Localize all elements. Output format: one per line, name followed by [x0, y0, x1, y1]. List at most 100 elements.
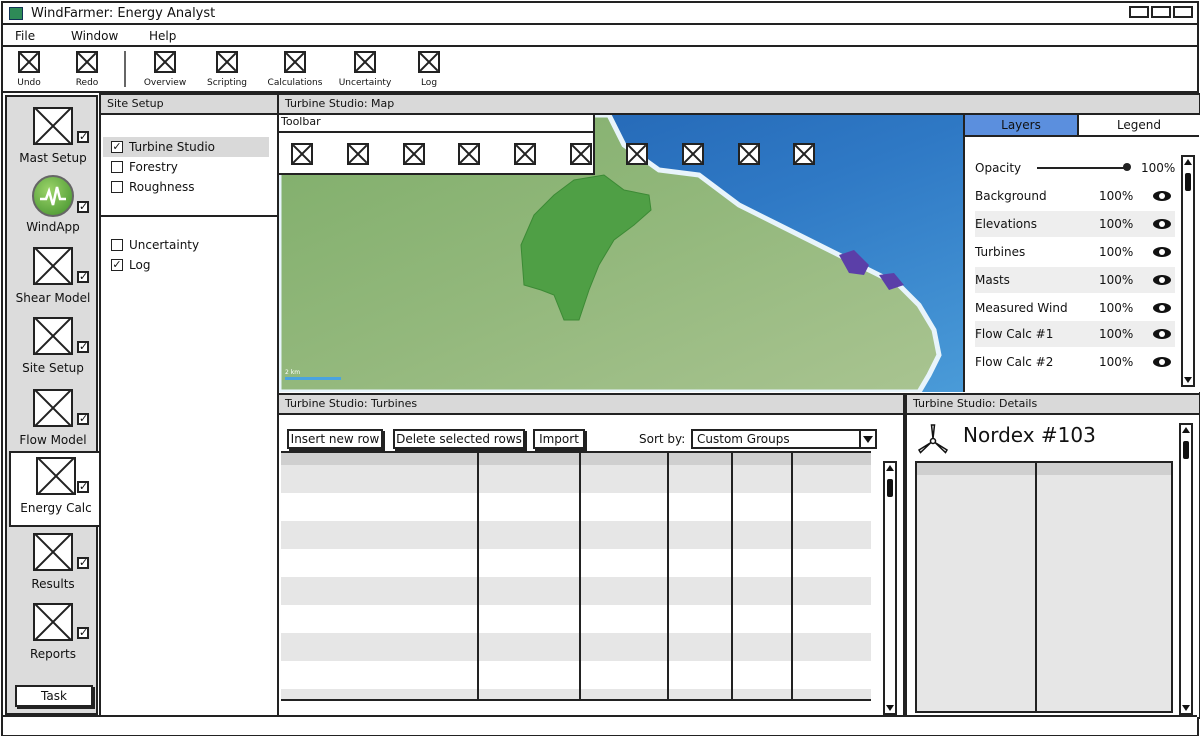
- uncertainty-button[interactable]: Uncertainty: [335, 51, 395, 93]
- scroll-thumb[interactable]: [1185, 173, 1191, 191]
- nav-mast-setup[interactable]: Mast Setup ✓: [9, 103, 97, 177]
- layer-row-flow-calc-2[interactable]: Flow Calc #2 100%: [975, 349, 1175, 375]
- layer-row-flow-calc-1[interactable]: Flow Calc #1 100%: [975, 321, 1175, 347]
- status-bar: [3, 715, 1197, 735]
- map-canvas[interactable]: 2 km Toolbar: [279, 115, 965, 392]
- site-item-log[interactable]: ✓ Log: [107, 255, 150, 275]
- eye-icon[interactable]: [1153, 357, 1171, 367]
- roughness-checkbox[interactable]: [111, 181, 123, 193]
- tab-layers[interactable]: Layers: [965, 115, 1079, 137]
- redo-button[interactable]: Redo: [57, 51, 117, 93]
- windapp-check[interactable]: ✓: [77, 201, 89, 213]
- layer-row-turbines[interactable]: Turbines 100%: [975, 239, 1175, 265]
- table-row[interactable]: [281, 689, 871, 699]
- sort-by-select[interactable]: Custom Groups: [691, 429, 877, 449]
- maximize-button[interactable]: [1151, 6, 1171, 18]
- layers-scrollbar[interactable]: [1181, 155, 1195, 387]
- scripting-button[interactable]: Scripting: [197, 51, 257, 93]
- site-item-forestry[interactable]: Forestry: [107, 157, 178, 177]
- nav-results[interactable]: Results ✓: [9, 529, 97, 603]
- table-row[interactable]: [281, 577, 871, 605]
- turbines-scrollbar[interactable]: [883, 461, 897, 715]
- table-row[interactable]: [281, 549, 871, 577]
- undo-button[interactable]: Undo: [0, 51, 59, 93]
- nav-flow-model[interactable]: Flow Model ✓: [9, 385, 97, 459]
- energy-calc-check[interactable]: ✓: [77, 481, 89, 493]
- site-item-turbine-studio[interactable]: ✓ Turbine Studio: [103, 137, 269, 157]
- calculations-button[interactable]: Calculations: [265, 51, 325, 93]
- table-row[interactable]: [281, 493, 871, 521]
- site-setup-check[interactable]: ✓: [77, 341, 89, 353]
- menu-window[interactable]: Window: [71, 29, 118, 43]
- scroll-thumb[interactable]: [1183, 441, 1189, 459]
- log-checkbox[interactable]: ✓: [111, 259, 123, 271]
- map-tool-10-icon[interactable]: [793, 143, 816, 165]
- delete-rows-button[interactable]: Delete selected rows: [393, 429, 525, 449]
- close-button[interactable]: [1173, 6, 1193, 18]
- mast-setup-check[interactable]: ✓: [77, 131, 89, 143]
- nav-reports[interactable]: Reports ✓: [9, 599, 97, 673]
- map-tool-6-icon[interactable]: [570, 143, 593, 165]
- scroll-up-icon[interactable]: [1182, 427, 1190, 433]
- opacity-slider-track[interactable]: [1037, 167, 1127, 169]
- log-button[interactable]: Log: [399, 51, 459, 93]
- task-button[interactable]: Task: [15, 685, 93, 707]
- table-row[interactable]: [281, 633, 871, 661]
- flow-model-check[interactable]: ✓: [77, 413, 89, 425]
- scroll-down-icon[interactable]: [1184, 377, 1192, 383]
- layer-row-masts[interactable]: Masts 100%: [975, 267, 1175, 293]
- table-row[interactable]: [281, 465, 871, 493]
- table-row[interactable]: [281, 605, 871, 633]
- scroll-up-icon[interactable]: [1184, 159, 1192, 165]
- map-tool-4-icon[interactable]: [458, 143, 481, 165]
- map-tool-2-icon[interactable]: [346, 143, 369, 165]
- tab-legend[interactable]: Legend: [1079, 115, 1199, 137]
- reports-check[interactable]: ✓: [77, 627, 89, 639]
- shear-model-check[interactable]: ✓: [77, 271, 89, 283]
- opacity-slider-handle[interactable]: [1123, 163, 1131, 171]
- layer-row-measured-wind[interactable]: Measured Wind 100%: [975, 295, 1175, 321]
- results-check[interactable]: ✓: [77, 557, 89, 569]
- map-tool-9-icon[interactable]: [737, 143, 760, 165]
- minimize-button[interactable]: [1129, 6, 1149, 18]
- eye-icon[interactable]: [1153, 219, 1171, 229]
- scroll-down-icon[interactable]: [1182, 705, 1190, 711]
- forestry-checkbox[interactable]: [111, 161, 123, 173]
- nav-windapp[interactable]: WindApp ✓: [9, 173, 97, 247]
- import-button[interactable]: Import: [533, 429, 585, 449]
- table-row[interactable]: [281, 521, 871, 549]
- menu-file[interactable]: File: [15, 29, 35, 43]
- eye-icon[interactable]: [1153, 191, 1171, 201]
- eye-icon[interactable]: [1153, 247, 1171, 257]
- turbines-table[interactable]: [281, 451, 871, 701]
- layer-row-background[interactable]: Background 100%: [975, 183, 1175, 209]
- map-tool-5-icon[interactable]: [514, 143, 537, 165]
- site-item-roughness[interactable]: Roughness: [107, 177, 194, 197]
- details-scrollbar[interactable]: [1179, 423, 1193, 715]
- nav-shear-model[interactable]: Shear Model ✓: [9, 243, 97, 317]
- overview-button[interactable]: Overview: [135, 51, 195, 93]
- turbine-studio-checkbox[interactable]: ✓: [111, 141, 123, 153]
- eye-icon[interactable]: [1153, 329, 1171, 339]
- layer-row-elevations[interactable]: Elevations 100%: [975, 211, 1175, 237]
- map-scale-bar: 2 km: [285, 369, 341, 380]
- site-item-uncertainty[interactable]: Uncertainty: [107, 235, 199, 255]
- details-table-header: [917, 463, 1171, 475]
- table-row[interactable]: [281, 661, 871, 689]
- scroll-up-icon[interactable]: [886, 465, 894, 471]
- uncertainty-checkbox[interactable]: [111, 239, 123, 251]
- menu-help[interactable]: Help: [149, 29, 176, 43]
- map-tool-3-icon[interactable]: [402, 143, 425, 165]
- eye-icon[interactable]: [1153, 303, 1171, 313]
- chevron-down-icon[interactable]: [859, 431, 875, 447]
- nav-site-setup[interactable]: Site Setup ✓: [9, 313, 97, 387]
- scroll-down-icon[interactable]: [886, 705, 894, 711]
- insert-row-button[interactable]: Insert new row: [287, 429, 383, 449]
- eye-icon[interactable]: [1153, 275, 1171, 285]
- map-tool-1-icon[interactable]: [291, 143, 313, 165]
- details-table[interactable]: [915, 461, 1173, 713]
- scroll-thumb[interactable]: [887, 479, 893, 497]
- map-tool-8-icon[interactable]: [681, 143, 704, 165]
- map-tool-7-icon[interactable]: [625, 143, 648, 165]
- nav-energy-calc[interactable]: Energy Calc ✓: [9, 451, 101, 527]
